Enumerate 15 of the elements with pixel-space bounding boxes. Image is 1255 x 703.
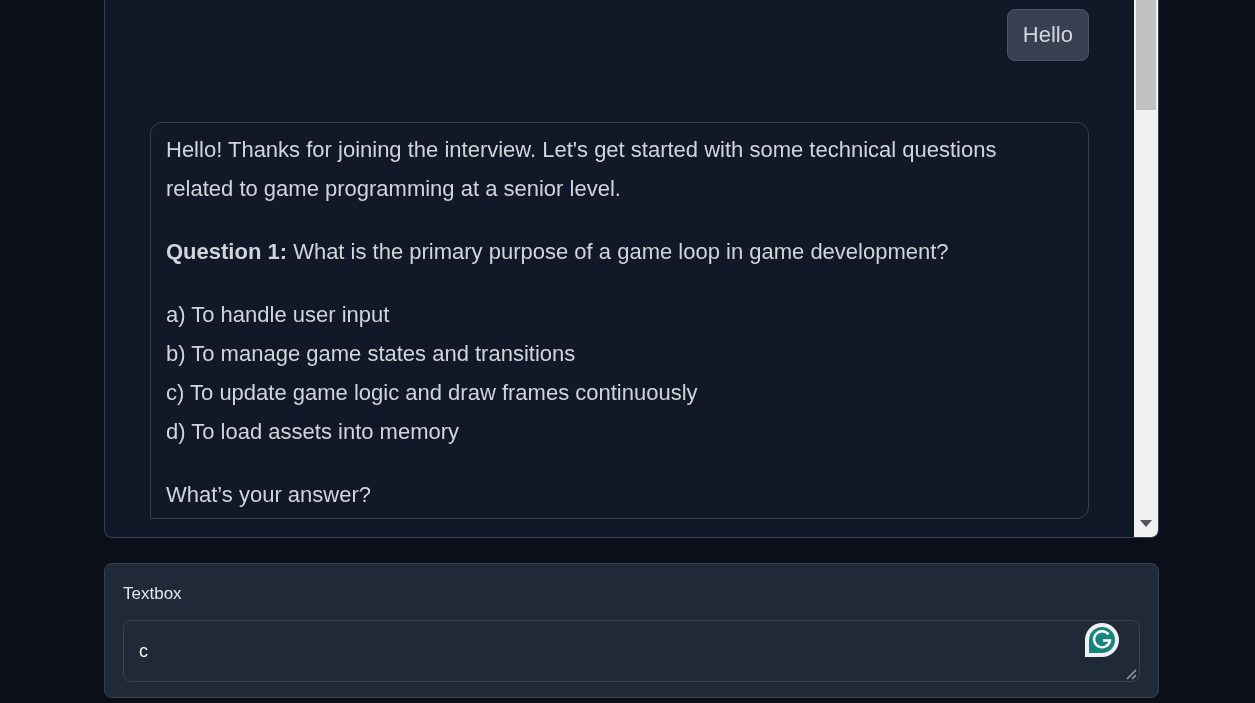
answer-option: d) To load assets into memory xyxy=(166,412,1048,451)
message-paragraph: Question 1: What is the primary purpose of a game loop in game development? xyxy=(166,238,950,266)
answer-option: c) To update game logic and draw frames continuously xyxy=(166,373,1048,412)
textbox-label: Textbox xyxy=(123,583,182,605)
scrollbar[interactable] xyxy=(1134,0,1158,537)
answer-option: a) To handle user input xyxy=(166,295,1048,334)
text-input[interactable]: c xyxy=(123,620,1140,682)
resize-handle-icon[interactable] xyxy=(1126,669,1137,680)
message-paragraph: Hello! Thanks for joining the interview. Let's get started with some technical questions related to game programming at a senior level. xyxy=(166,136,998,203)
message-paragraph: What’s your answer? xyxy=(166,481,372,509)
scroll-down-icon[interactable] xyxy=(1140,520,1152,527)
user-message: Hello xyxy=(1006,9,1089,61)
scrollbar-thumb[interactable] xyxy=(1136,0,1156,110)
answer-option: b) To manage game states and transitions xyxy=(166,334,1048,373)
badge-icon[interactable] xyxy=(1084,622,1120,658)
